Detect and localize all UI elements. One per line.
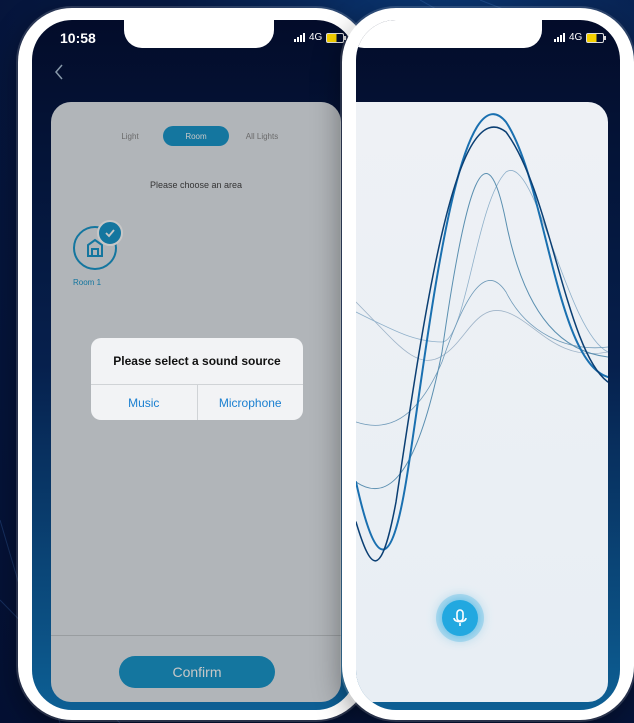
left-phone-screen: 10:58 4G Light Room All Lights Please ch…	[32, 20, 356, 710]
area-selection-card: Light Room All Lights Please choose an a…	[51, 102, 341, 702]
back-arrow-icon[interactable]	[54, 64, 64, 80]
right-phone-screen: 4G	[356, 20, 620, 710]
signal-icon	[294, 33, 305, 42]
wave-line-main	[356, 113, 608, 551]
phone-notch	[124, 20, 274, 48]
network-label: 4G	[309, 32, 323, 43]
sound-source-dialog: Please select a sound source Music Micro…	[91, 338, 303, 420]
battery-icon	[326, 32, 347, 43]
status-time: 10:58	[60, 30, 96, 46]
wave-line	[356, 173, 608, 490]
microphone-option-button[interactable]: Microphone	[196, 385, 304, 420]
phone-notch	[356, 20, 542, 48]
right-phone-frame: 4G	[342, 8, 634, 720]
microphone-icon	[453, 609, 467, 626]
microphone-button[interactable]	[442, 600, 478, 636]
wave-line	[356, 280, 608, 426]
signal-icon	[554, 33, 565, 42]
status-indicators: 4G	[554, 32, 607, 43]
status-indicators: 4G	[294, 32, 347, 43]
music-option-button[interactable]: Music	[91, 385, 197, 420]
network-label: 4G	[569, 32, 583, 43]
sound-wave-card	[356, 102, 608, 702]
battery-icon	[586, 32, 607, 43]
dialog-title: Please select a sound source	[113, 354, 281, 368]
sound-waveform	[356, 113, 608, 562]
dialog-actions: Music Microphone	[91, 384, 303, 420]
left-phone-frame: 10:58 4G Light Room All Lights Please ch…	[18, 8, 370, 720]
